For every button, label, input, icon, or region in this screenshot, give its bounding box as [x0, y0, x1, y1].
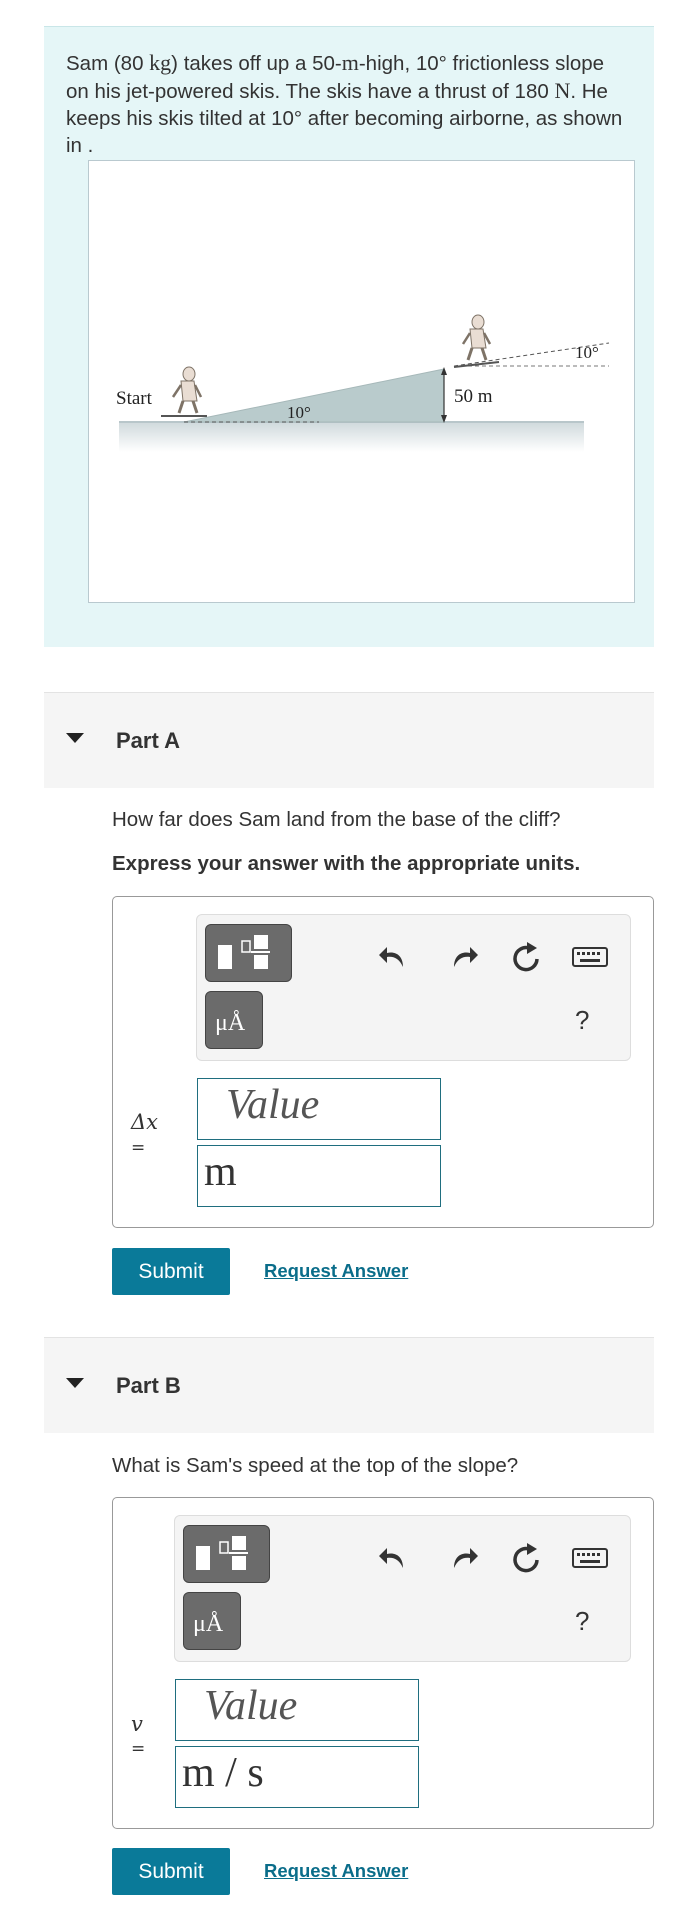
part-a-header[interactable]: Part A	[44, 692, 654, 788]
part-b-header[interactable]: Part B	[44, 1337, 654, 1433]
part-a-unit-input[interactable]: m	[197, 1145, 441, 1207]
part-a-submit-button[interactable]: Submit	[112, 1248, 230, 1295]
part-b-unit-input[interactable]: m / s	[175, 1746, 419, 1808]
part-b-answer-box: μÅ ? v = Value m / s	[112, 1497, 654, 1829]
templates-button[interactable]	[183, 1525, 270, 1583]
reset-icon[interactable]	[507, 1538, 547, 1578]
part-b-question: What is Sam's speed at the top of the sl…	[112, 1454, 519, 1477]
units-button[interactable]: μÅ	[183, 1592, 241, 1650]
templates-icon	[196, 1536, 248, 1570]
part-a-value-input[interactable]: Value	[197, 1078, 441, 1140]
start-label: Start	[116, 388, 153, 409]
ski-slope-diagram: Start 10° 50 m 10°	[116, 314, 610, 452]
units-icon: μÅ	[215, 1010, 246, 1036]
units-icon: μÅ	[193, 1611, 224, 1637]
help-icon[interactable]: ?	[575, 1606, 589, 1637]
units-button[interactable]: μÅ	[205, 991, 263, 1049]
keyboard-icon[interactable]	[570, 937, 610, 977]
reset-icon[interactable]	[507, 937, 547, 977]
undo-icon[interactable]	[375, 937, 415, 977]
templates-button[interactable]	[205, 924, 292, 982]
part-a-variable: Δx	[131, 1110, 159, 1134]
part-b-variable: v	[131, 1712, 143, 1736]
redo-icon[interactable]	[442, 937, 482, 977]
unit-value: m	[204, 1149, 237, 1195]
part-b-title: Part B	[116, 1373, 181, 1398]
height-label: 50 m	[454, 386, 493, 407]
part-a-answer-box: μÅ ? Δx = Value m	[112, 896, 654, 1228]
templates-icon	[218, 935, 270, 969]
collapse-caret-icon[interactable]	[66, 1378, 84, 1388]
slope-angle-label: 10°	[287, 403, 311, 422]
part-a-question: How far does Sam land from the base of t…	[112, 808, 561, 831]
math-toolbar: μÅ ?	[174, 1515, 631, 1662]
problem-figure[interactable]: Start 10° 50 m 10°	[88, 160, 635, 603]
help-icon[interactable]: ?	[575, 1005, 589, 1036]
problem-panel: Sam (80 kg) takes off up a 50-m-high, 10…	[44, 26, 654, 647]
undo-icon[interactable]	[375, 1538, 415, 1578]
redo-icon[interactable]	[442, 1538, 482, 1578]
math-toolbar: μÅ ?	[196, 914, 631, 1061]
part-a-request-answer-link[interactable]: Request Answer	[264, 1260, 408, 1282]
part-b-submit-button[interactable]: Submit	[112, 1848, 230, 1895]
part-b-value-input[interactable]: Value	[175, 1679, 419, 1741]
part-a-title: Part A	[116, 728, 180, 753]
collapse-caret-icon[interactable]	[66, 733, 84, 743]
part-b-request-answer-link[interactable]: Request Answer	[264, 1860, 408, 1882]
part-b-equals: =	[131, 1739, 146, 1759]
keyboard-icon[interactable]	[570, 1538, 610, 1578]
tilt-angle-label: 10°	[575, 343, 599, 362]
skier-start	[161, 366, 207, 417]
unit-value: m / s	[182, 1750, 264, 1796]
problem-text: Sam (80 kg) takes off up a 50-m-high, 10…	[66, 50, 623, 157]
value-placeholder: Value	[204, 1683, 298, 1729]
part-a-instruction: Express your answer with the appropriate…	[112, 852, 581, 875]
value-placeholder: Value	[226, 1082, 320, 1128]
part-a-equals: =	[131, 1138, 146, 1158]
ground	[119, 422, 584, 452]
slope	[183, 368, 445, 423]
skier-top	[453, 314, 500, 368]
